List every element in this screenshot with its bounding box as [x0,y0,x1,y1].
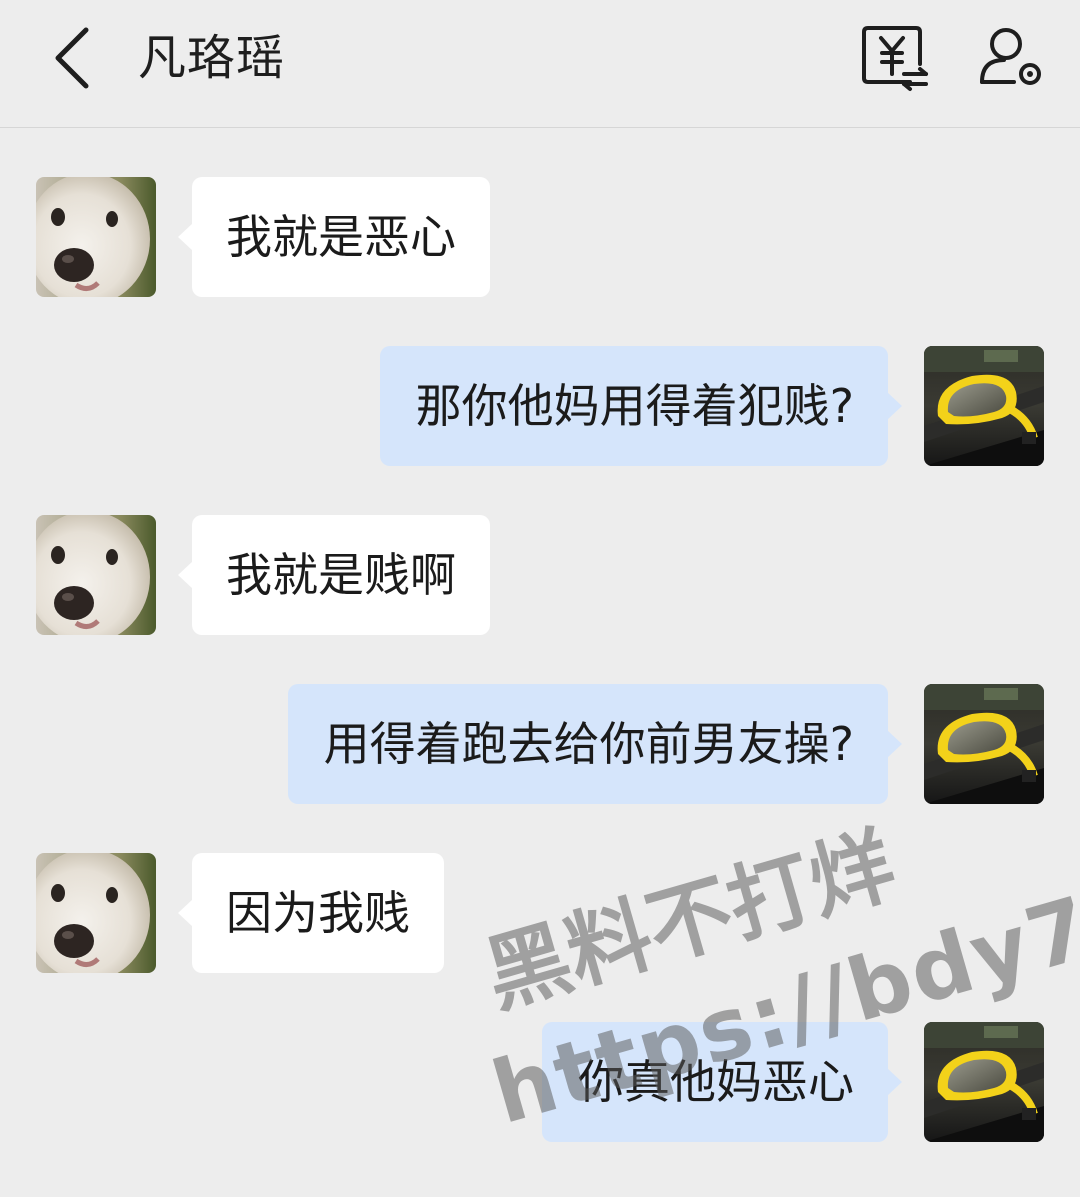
samoyed-dog-avatar[interactable] [36,177,156,297]
message-bubble-outgoing[interactable]: 那你他妈用得着犯贱? [379,346,903,466]
message-bubble-incoming[interactable]: 我就是贱啊 [178,515,490,635]
chat-title: 凡珞瑶 [138,30,286,86]
message-row: 我就是贱啊 [0,515,1080,637]
message-row: 因为我贱 [0,853,1080,975]
car-mirror-avatar[interactable] [924,684,1044,804]
message-row: 那你他妈用得着犯贱? [0,346,1080,468]
message-row: 用得着跑去给你前男友操? [0,684,1080,806]
yuan-transfer-icon [862,26,928,91]
message-bubble-incoming[interactable]: 我就是恶心 [178,177,490,297]
transfer-button[interactable] [860,24,930,92]
contact-settings-icon [980,28,1041,85]
samoyed-dog-avatar[interactable] [36,853,156,973]
back-button[interactable] [44,22,104,94]
message-bubble-incoming[interactable]: 因为我贱 [178,853,444,973]
car-mirror-avatar[interactable] [924,1022,1044,1142]
chevron-left-icon [55,27,89,89]
message-row: 你真他妈恶心 [0,1022,1080,1144]
chat-header: 凡珞瑶 [0,0,1080,128]
car-mirror-avatar[interactable] [924,346,1044,466]
chat-info-button[interactable] [974,24,1046,92]
message-bubble-outgoing[interactable]: 用得着跑去给你前男友操? [287,684,903,804]
message-row: 我就是恶心 [0,177,1080,299]
samoyed-dog-avatar[interactable] [36,515,156,635]
message-bubble-outgoing[interactable]: 你真他妈恶心 [542,1022,902,1142]
